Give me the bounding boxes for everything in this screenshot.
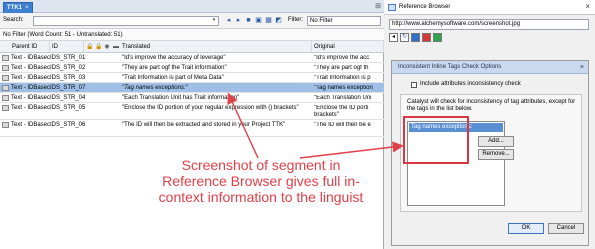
cell-id: IDS_STR_05: [50, 105, 86, 111]
remove-button[interactable]: Remove...: [478, 149, 514, 160]
attributes-checkbox[interactable]: [411, 82, 417, 88]
green-square-icon[interactable]: [433, 33, 442, 42]
table-row[interactable]: Text - IDBasec IDS_STR_06 "The ID will t…: [0, 120, 384, 137]
cell-id: IDS_STR_07: [50, 85, 86, 91]
column-original[interactable]: Original: [312, 41, 384, 53]
cell-translated[interactable]: "Each Translation Unit has Trait informa…: [122, 95, 308, 102]
close-icon[interactable]: ×: [580, 61, 584, 74]
cancel-button[interactable]: Cancel: [548, 223, 584, 234]
cell-parent-id: Text - IDBasec: [11, 85, 51, 91]
cell-parent-id: Text - IDBasec: [11, 122, 51, 128]
chevron-down-icon[interactable]: ▾: [210, 17, 218, 25]
find-previous-icon[interactable]: ◂: [224, 16, 233, 25]
table-row[interactable]: Text - IDBasec IDS_STR_02 "They are part…: [0, 63, 384, 73]
segment-icon: [2, 122, 9, 128]
eye-icon[interactable]: ◉: [103, 43, 111, 51]
cell-parent-id: Text - IDBasec: [11, 65, 51, 71]
cell-original: "Each Translation Uni: [314, 95, 372, 101]
blue-square-icon[interactable]: [411, 33, 420, 42]
pin-icon[interactable]: ⊞: [375, 2, 381, 10]
find-next-icon[interactable]: ▸: [234, 16, 243, 25]
cell-translated[interactable]: "Tag names exceptions:": [122, 85, 308, 92]
find-options-icon[interactable]: ■: [244, 16, 253, 25]
dialog-title-text: Inconsistent Inline Tags Check Options: [398, 64, 502, 70]
translation-grid-window: TTK1 × ⊞ Search: ▾ ◂ ▸ ■ ▣ ▦ ◩ Filter: N…: [0, 0, 384, 249]
highlight-box: [403, 116, 469, 164]
tab-label: TTK1: [7, 5, 22, 11]
cell-original: "Trait Information is p: [314, 75, 371, 81]
search-toolbar: Search: ▾ ◂ ▸ ■ ▣ ▦ ◩ Filter: No Filter: [0, 13, 384, 29]
cell-id: IDS_STR_01: [50, 55, 86, 61]
cell-parent-id: Text - IDBasec: [11, 105, 51, 111]
table-row[interactable]: Text - IDBasec IDS_STR_05 "Enclose the I…: [0, 103, 384, 120]
segment-icon: [2, 105, 9, 111]
lock-icon[interactable]: 🔒: [95, 43, 103, 51]
cell-id: IDS_STR_02: [50, 65, 86, 71]
checkbox-label: Include attributes inconsistency check: [420, 81, 521, 87]
window-title: Reference Browser: [399, 4, 451, 10]
column-id[interactable]: ID: [50, 41, 84, 53]
cell-original: "Id's improve the acc: [314, 55, 370, 61]
cell-id: IDS_STR_04: [50, 95, 86, 101]
refresh-icon[interactable]: ↻: [400, 33, 409, 42]
cell-original: "Enclose the ID porti brackets": [314, 105, 369, 118]
column-parent-id[interactable]: Parent ID: [10, 41, 50, 53]
cell-id: IDS_STR_06: [50, 122, 86, 128]
cell-original: "They are part ogf th: [314, 65, 369, 71]
segment-icon: [2, 65, 9, 71]
segment-icon: [2, 75, 9, 81]
cell-parent-id: Text - IDBasec: [11, 95, 51, 101]
segment-icon: [2, 85, 9, 91]
replace-icon[interactable]: ▣: [254, 16, 263, 25]
column-translated[interactable]: Translated: [120, 41, 312, 53]
cell-original: "Tag names exception: [314, 85, 373, 91]
annotation-line: Screenshot of segment in: [181, 157, 341, 173]
cell-translated[interactable]: "Id's improve the accuracy of leverage": [122, 55, 308, 62]
url-input[interactable]: http://www.alchemysoftware.com/screensho…: [389, 19, 589, 30]
reference-browser-titlebar: Reference Browser ×: [384, 0, 595, 15]
grid-icon[interactable]: ▦: [264, 16, 273, 25]
lock-icon[interactable]: 🔒: [86, 43, 94, 51]
cell-translated[interactable]: "Enclose the ID portion of your regular …: [122, 105, 308, 112]
tab-bar: TTK1 × ⊞: [0, 0, 384, 13]
red-square-icon[interactable]: [422, 33, 431, 42]
table-row-selected[interactable]: Text - IDBasec IDS_STR_07 "Tag names exc…: [0, 83, 384, 93]
table-row[interactable]: Text - IDBasec IDS_STR_01 "Id's improve …: [0, 53, 384, 63]
filter-status: No Filter (Word Count: 51 - Untranslated…: [0, 29, 384, 41]
cell-translated[interactable]: "They are part ogf the Trait information…: [122, 65, 308, 72]
cell-id: IDS_STR_03: [50, 75, 86, 81]
dialog-info-text: Catalyst will check for inconsistency of…: [407, 99, 576, 112]
tab-close-icon[interactable]: ×: [25, 5, 29, 11]
annotation-line: Reference Browser gives full in-: [162, 173, 360, 189]
browser-icon: [388, 4, 396, 11]
grid-header: Parent ID ID 🔒 🔒 ◉ ▬ Translated Original: [0, 41, 384, 53]
cell-original: "The ID will then be e: [314, 122, 371, 128]
annotation-line: context information to the linguist: [158, 189, 364, 205]
search-input[interactable]: ▾: [33, 16, 219, 26]
settings-icon[interactable]: ◩: [274, 16, 283, 25]
search-label: Search:: [3, 17, 24, 23]
ok-button[interactable]: OK: [508, 223, 544, 234]
cell-parent-id: Text - IDBasec: [11, 75, 51, 81]
cell-translated[interactable]: "Trait Information is part of Meta Data": [122, 75, 308, 82]
filter-label: Filter:: [288, 17, 303, 23]
back-icon[interactable]: ◂: [389, 33, 398, 42]
cell-parent-id: Text - IDBasec: [11, 55, 51, 61]
folder-icon[interactable]: ▬: [112, 43, 120, 51]
cell-translated[interactable]: "The ID will then be extracted and store…: [122, 122, 308, 129]
segment-icon: [2, 55, 9, 61]
close-icon[interactable]: ×: [585, 2, 590, 11]
table-row[interactable]: Text - IDBasec IDS_STR_03 "Trait Informa…: [0, 73, 384, 83]
filter-select[interactable]: No Filter: [307, 16, 381, 26]
table-row[interactable]: Text - IDBasec IDS_STR_04 "Each Translat…: [0, 93, 384, 103]
segment-icon: [2, 95, 9, 101]
dialog-title: Inconsistent Inline Tags Check Options ×: [392, 61, 588, 74]
annotation-callout: Screenshot of segment in Reference Brows…: [146, 157, 376, 205]
add-button[interactable]: Add...: [478, 136, 514, 147]
tab-ttk1[interactable]: TTK1 ×: [3, 2, 33, 13]
